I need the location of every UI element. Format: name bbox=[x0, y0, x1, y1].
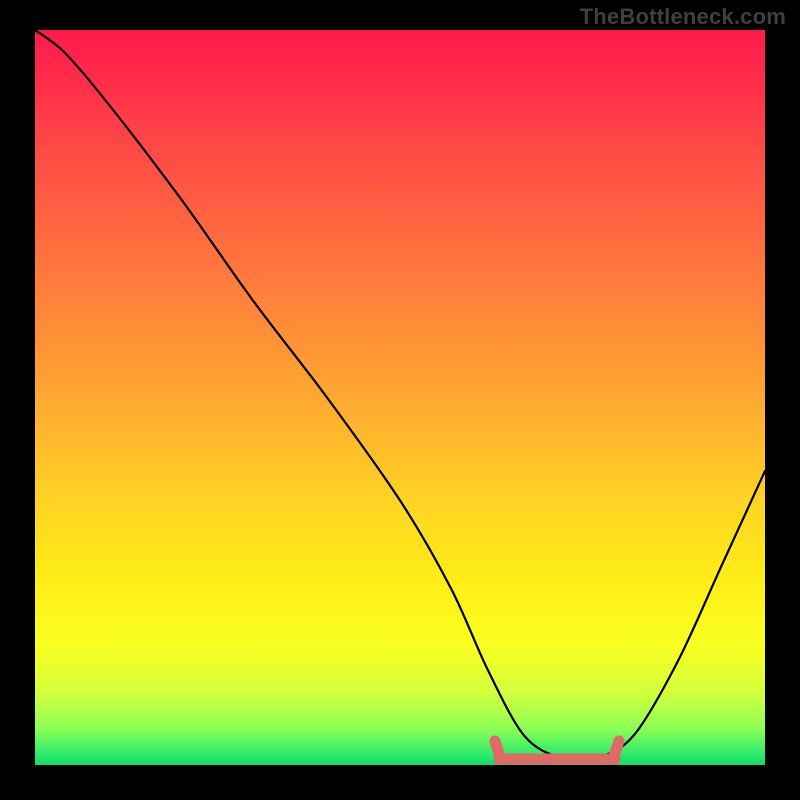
chart-svg bbox=[35, 30, 765, 765]
plot-area bbox=[35, 30, 765, 765]
bottleneck-curve-line bbox=[35, 30, 765, 760]
watermark-text: TheBottleneck.com bbox=[580, 4, 786, 30]
chart-frame: TheBottleneck.com bbox=[0, 0, 800, 800]
